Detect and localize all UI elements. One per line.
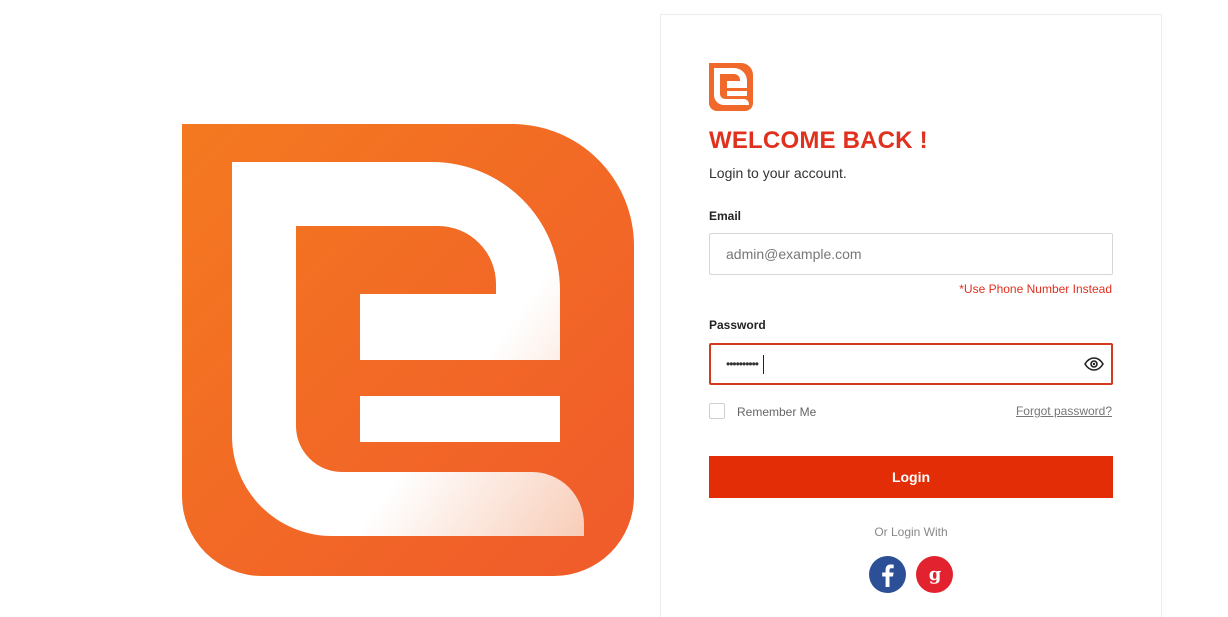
remember-me-checkbox[interactable] <box>709 403 725 419</box>
brand-logo-large <box>182 124 634 576</box>
login-button[interactable]: Login <box>709 456 1113 498</box>
facebook-login-button[interactable] <box>869 556 906 593</box>
email-label: Email <box>709 209 742 223</box>
brand-logo-small <box>709 63 753 111</box>
or-login-with-text: Or Login With <box>874 525 948 539</box>
welcome-title: WELCOME BACK ! <box>709 127 928 154</box>
google-icon: g <box>928 564 941 585</box>
use-phone-hint[interactable]: *Use Phone Number Instead <box>959 282 1112 296</box>
email-field-wrapper <box>709 233 1113 275</box>
password-field[interactable] <box>711 345 1111 383</box>
eye-icon[interactable] <box>1083 355 1105 373</box>
login-page: WELCOME BACK ! Login to your account. Em… <box>0 0 1228 617</box>
google-login-button[interactable]: g <box>916 556 953 593</box>
forgot-password-link[interactable]: Forgot password? <box>1016 404 1112 418</box>
remember-me-label[interactable]: Remember Me <box>737 405 816 419</box>
email-field[interactable] <box>710 234 1112 274</box>
text-cursor <box>763 355 764 374</box>
login-subtitle: Login to your account. <box>709 165 847 181</box>
facebook-icon <box>881 564 894 587</box>
password-field-wrapper <box>709 343 1113 385</box>
login-panel: WELCOME BACK ! Login to your account. Em… <box>660 14 1162 617</box>
password-label: Password <box>709 318 766 332</box>
svg-text:g: g <box>928 564 941 585</box>
